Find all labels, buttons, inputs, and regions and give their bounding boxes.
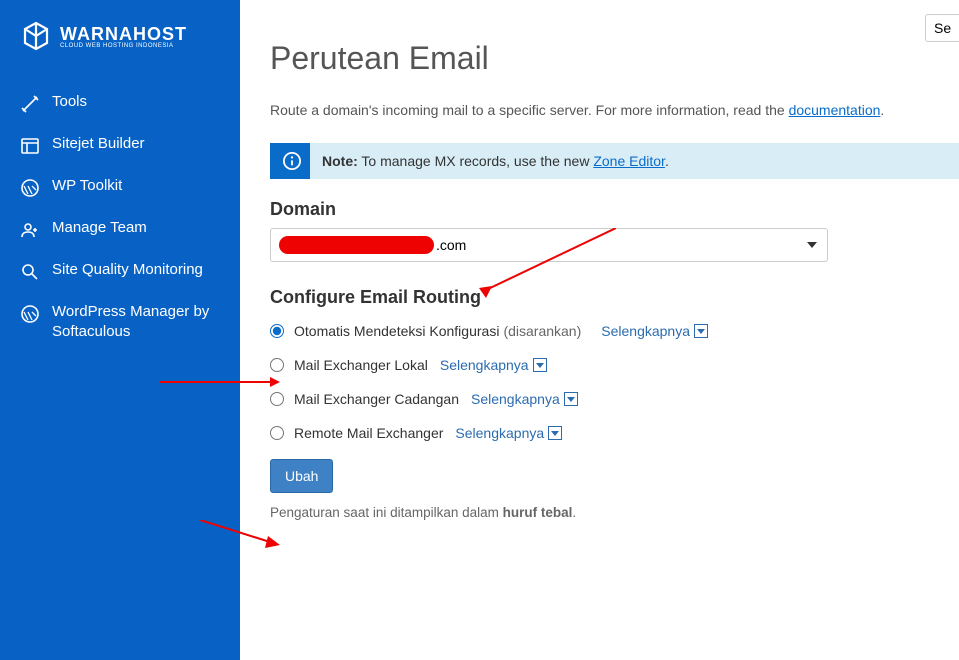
description-text: Route a domain's incoming mail to a spec… xyxy=(270,102,789,118)
radio-local[interactable] xyxy=(270,358,284,372)
logo: WARNAHOST CLOUD WEB HOSTING INDONESIA xyxy=(0,20,240,82)
sidebar-item-label: Tools xyxy=(52,92,87,112)
sidebar-item-manageteam[interactable]: Manage Team xyxy=(0,208,240,250)
brand-name: WARNAHOST xyxy=(60,24,187,44)
sitejet-icon xyxy=(20,136,40,156)
radio-remote[interactable] xyxy=(270,426,284,440)
sidebar-item-tools[interactable]: Tools xyxy=(0,82,240,124)
domain-redacted xyxy=(279,236,434,254)
chevron-down-icon xyxy=(533,358,547,372)
radio-row-local: Mail Exchanger Lokal Selengkapnya xyxy=(270,357,959,373)
logo-icon xyxy=(20,20,52,52)
more-link[interactable]: Selengkapnya xyxy=(455,425,562,441)
brand-tagline: CLOUD WEB HOSTING INDONESIA xyxy=(60,43,187,49)
note-bold: huruf tebal xyxy=(503,505,573,520)
note-post: . xyxy=(572,505,576,520)
sidebar-item-quality[interactable]: Site Quality Monitoring xyxy=(0,250,240,292)
radio-row-auto: Otomatis Mendeteksi Konfigurasi (disaran… xyxy=(270,323,959,339)
sidebar-item-wpmanager[interactable]: WordPress Manager by Softaculous xyxy=(0,292,240,351)
radio-row-backup: Mail Exchanger Cadangan Selengkapnya xyxy=(270,391,959,407)
sidebar-item-label: Sitejet Builder xyxy=(52,134,145,154)
sidebar-item-wptoolkit[interactable]: WP Toolkit xyxy=(0,166,240,208)
radio-label: Mail Exchanger Lokal xyxy=(294,357,428,373)
note-pre: Pengaturan saat ini ditampilkan dalam xyxy=(270,505,503,520)
radio-auto[interactable] xyxy=(270,324,284,338)
page-description: Route a domain's incoming mail to a spec… xyxy=(270,102,959,118)
notice-banner: Note: To manage MX records, use the new … xyxy=(270,143,959,179)
radio-backup[interactable] xyxy=(270,392,284,406)
chevron-down-icon xyxy=(548,426,562,440)
notice-post: . xyxy=(665,153,669,169)
submit-button[interactable]: Ubah xyxy=(270,459,333,493)
radio-label: Mail Exchanger Cadangan xyxy=(294,391,459,407)
radio-hint: (disarankan) xyxy=(503,323,581,339)
sidebar-item-label: Manage Team xyxy=(52,218,147,238)
zone-editor-link[interactable]: Zone Editor xyxy=(593,153,665,169)
main-content: Perutean Email Route a domain's incoming… xyxy=(240,0,959,660)
radio-row-remote: Remote Mail Exchanger Selengkapnya xyxy=(270,425,959,441)
page-title: Perutean Email xyxy=(270,40,959,77)
magnifier-icon xyxy=(20,262,40,282)
chevron-down-icon xyxy=(694,324,708,338)
sidebar-item-label: WP Toolkit xyxy=(52,176,122,196)
sidebar-item-sitejet[interactable]: Sitejet Builder xyxy=(0,124,240,166)
domain-label: Domain xyxy=(270,199,959,220)
more-link[interactable]: Selengkapnya xyxy=(440,357,547,373)
notice-body: To manage MX records, use the new xyxy=(358,153,594,169)
more-link[interactable]: Selengkapnya xyxy=(601,323,708,339)
more-link[interactable]: Selengkapnya xyxy=(471,391,578,407)
radio-label: Remote Mail Exchanger xyxy=(294,425,443,441)
wordpress-icon xyxy=(20,178,40,198)
radio-label: Otomatis Mendeteksi Konfigurasi xyxy=(294,323,499,339)
info-icon xyxy=(274,143,310,179)
description-post: . xyxy=(880,102,884,118)
notice-text: Note: To manage MX records, use the new … xyxy=(322,145,669,177)
domain-suffix: .com xyxy=(436,237,466,253)
domain-select[interactable]: .com xyxy=(270,228,828,262)
tools-icon xyxy=(20,94,40,114)
current-settings-note: Pengaturan saat ini ditampilkan dalam hu… xyxy=(270,505,959,520)
wordpress-icon xyxy=(20,304,40,324)
sidebar: WARNAHOST CLOUD WEB HOSTING INDONESIA To… xyxy=(0,0,240,660)
sidebar-item-label: Site Quality Monitoring xyxy=(52,260,203,280)
config-title: Configure Email Routing xyxy=(270,287,959,308)
sidebar-item-label: WordPress Manager by Softaculous xyxy=(52,302,220,341)
search-input[interactable] xyxy=(925,14,959,42)
team-icon xyxy=(20,220,40,240)
documentation-link[interactable]: documentation xyxy=(789,102,881,118)
notice-label: Note: xyxy=(322,153,358,169)
chevron-down-icon xyxy=(564,392,578,406)
